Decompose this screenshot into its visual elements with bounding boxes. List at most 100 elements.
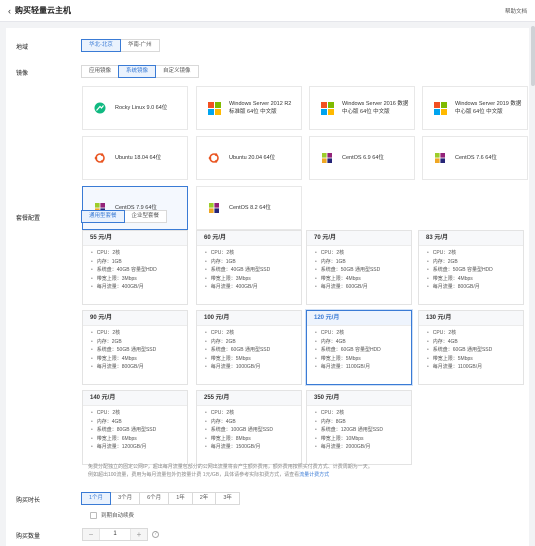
plan-spec-item: 带宽上限：10Mbps	[315, 435, 411, 444]
plan-card[interactable]: 100 元/月CPU：2核内存：2GB系统盘：60GB 通用型SSD带宽上限：5…	[196, 310, 302, 385]
plan-spec-item: CPU：2核	[427, 329, 523, 338]
plan-spec-item: 系统盘：60GB 通用型SSD	[205, 346, 301, 355]
image-name-line1: CentOS 6.9 64位	[342, 155, 384, 161]
image-card[interactable]: CentOS 6.9 64位	[309, 136, 415, 180]
plan-spec-item: 每月流量：1500GB/月	[205, 443, 301, 452]
image-card[interactable]: Windows Server 2012 R2 标准版 64位 中文版	[196, 86, 302, 130]
traffic-note-line1: 免费分配独立的固定公网IP，超出每月流量包部分的公网出流量将会产生额外费用，额外…	[88, 464, 373, 470]
plan-spec-item: 带宽上限：5Mbps	[205, 355, 301, 364]
plan-spec-list: CPU：2核内存：4GB系统盘：80GB 通用型SSD带宽上限：6Mbps每月流…	[83, 406, 187, 452]
image-name-line1: Windows Server 2012 R2	[229, 101, 292, 107]
plan-spec-item: CPU：2核	[205, 329, 301, 338]
plan-spec-item: 系统盘：40GB 通用型SSD	[205, 266, 301, 275]
plan-price: 130 元/月	[419, 311, 523, 326]
plan-card[interactable]: 55 元/月CPU：2核内存：1GB系统盘：40GB 容量型HDD带宽上限：3M…	[82, 230, 188, 305]
plan-spec-list: CPU：2核内存：4GB系统盘：100GB 通用型SSD带宽上限：8Mbps每月…	[197, 406, 301, 452]
plan-label: 套餐配置	[16, 216, 41, 222]
image-card[interactable]: Rocky Linux 9.0 64位	[82, 86, 188, 130]
region-option-guangzhou[interactable]: 华南-广州	[119, 39, 160, 52]
auto-renew-checkbox[interactable]: 到期自动续费	[90, 511, 134, 519]
checkbox-box[interactable]	[90, 511, 97, 519]
plan-spec-item: 带宽上限：3Mbps	[205, 275, 301, 284]
plan-card[interactable]: 120 元/月CPU：2核内存：4GB系统盘：60GB 容量型HDD带宽上限：5…	[306, 310, 412, 385]
ubuntu-icon	[93, 151, 107, 165]
plan-spec-item: 带宽上限：5Mbps	[315, 355, 411, 364]
image-card[interactable]: CentOS 7.9 64位	[82, 186, 188, 230]
page-title: 购买轻量云主机	[15, 6, 71, 15]
plan-card[interactable]: 350 元/月CPU：2核内存：8GB系统盘：120GB 通用型SSD带宽上限：…	[306, 390, 412, 465]
quantity-increment-button[interactable]: +	[131, 529, 147, 540]
plan-price: 83 元/月	[419, 231, 523, 246]
plan-card[interactable]: 130 元/月CPU：2核内存：4GB系统盘：60GB 通用型SSD带宽上限：5…	[418, 310, 524, 385]
plan-spec-item: 系统盘：50GB 通用型SSD	[315, 266, 411, 275]
plan-card[interactable]: 83 元/月CPU：2核内存：2GB系统盘：50GB 容量型HDD带宽上限：4M…	[418, 230, 524, 305]
purchase-form: 地域 华北-北京 华南-广州 镜像 应用镜像 系统镜像 自定义镜像 Rocky …	[6, 28, 529, 546]
image-card[interactable]: Ubuntu 20.04 64位	[196, 136, 302, 180]
plan-card[interactable]: 90 元/月CPU：2核内存：2GB系统盘：50GB 通用型SSD带宽上限：4M…	[82, 310, 188, 385]
traffic-note: 免费分配独立的固定公网IP，超出每月流量包部分的公网出流量将会产生额外费用，额外…	[88, 464, 528, 479]
plan-spec-item: CPU：2核	[205, 249, 301, 258]
image-label: 镜像	[16, 71, 29, 77]
tab-system-image[interactable]: 系统镜像	[118, 65, 157, 78]
plan-price: 350 元/月	[307, 391, 411, 406]
duration-option-3-years[interactable]: 3年	[215, 492, 240, 505]
plan-card[interactable]: 140 元/月CPU：2核内存：4GB系统盘：80GB 通用型SSD带宽上限：6…	[82, 390, 188, 465]
tab-custom-image[interactable]: 自定义镜像	[155, 65, 199, 78]
quantity-stepper[interactable]: − 1 +	[82, 528, 148, 541]
scrollbar[interactable]	[531, 22, 535, 546]
plan-spec-item: CPU：2核	[91, 249, 187, 258]
duration-option-2-years[interactable]: 2年	[191, 492, 217, 505]
plan-spec-item: CPU：2核	[315, 409, 411, 418]
image-card[interactable]: Windows Server 2019 数据 中心版 64位 中文版	[422, 86, 528, 130]
duration-option-3-months[interactable]: 3个月	[110, 492, 141, 505]
tab-enterprise-plan[interactable]: 企业型套餐	[123, 210, 168, 223]
image-name-line1: Rocky Linux 9.0 64位	[115, 105, 168, 111]
plan-card[interactable]: 255 元/月CPU：2核内存：4GB系统盘：100GB 通用型SSD带宽上限：…	[196, 390, 302, 465]
plan-spec-list: CPU：2核内存：8GB系统盘：120GB 通用型SSD带宽上限：10Mbps每…	[307, 406, 411, 452]
plan-spec-item: 带宽上限：5Mbps	[427, 355, 523, 364]
rocky-linux-icon	[93, 101, 107, 115]
plan-spec-item: 带宽上限：4Mbps	[91, 355, 187, 364]
plan-spec-item: 每月流量：400GB/月	[91, 283, 187, 292]
image-name: Rocky Linux 9.0 64位	[115, 104, 167, 112]
image-name: Windows Server 2016 数据 中心版 64位 中文版	[342, 100, 408, 116]
duration-option-6-months[interactable]: 6个月	[139, 492, 170, 505]
plan-price: 100 元/月	[197, 311, 301, 326]
windows-icon	[320, 101, 334, 115]
traffic-billing-link[interactable]: 流量计费方式	[299, 472, 329, 478]
plan-spec-item: 内存：4GB	[205, 418, 301, 427]
plan-spec-item: 内存：2GB	[91, 338, 187, 347]
plan-spec-item: 每月流量：600GB/月	[315, 283, 411, 292]
plan-card[interactable]: 60 元/月CPU：2核内存：1GB系统盘：40GB 通用型SSD带宽上限：3M…	[196, 230, 302, 305]
plan-spec-item: 系统盘：40GB 容量型HDD	[91, 266, 187, 275]
windows-icon	[433, 101, 447, 115]
ubuntu-icon	[207, 151, 221, 165]
duration-option-1-year[interactable]: 1年	[168, 492, 193, 505]
traffic-note-line2: 例如超出100流量，费用为每月流量包外仍按量计费 1元/GB，具体请参考实际扣费…	[88, 471, 300, 478]
question-icon[interactable]: ?	[152, 531, 159, 538]
image-name: Windows Server 2019 数据 中心版 64位 中文版	[455, 100, 521, 116]
plan-spec-list: CPU：2核内存：2GB系统盘：50GB 通用型SSD带宽上限：4Mbps每月流…	[83, 326, 187, 372]
tab-app-image[interactable]: 应用镜像	[81, 65, 120, 78]
plan-spec-item: 带宽上限：3Mbps	[91, 275, 187, 284]
scrollbar-thumb[interactable]	[531, 26, 535, 86]
plan-spec-item: CPU：2核	[205, 409, 301, 418]
image-name: CentOS 7.6 64位	[455, 154, 497, 162]
help-docs-link[interactable]: 帮助文档	[505, 7, 527, 15]
plan-spec-item: CPU：2核	[315, 249, 411, 258]
duration-option-1-month[interactable]: 1个月	[81, 492, 112, 505]
image-name-line1: Ubuntu 18.04 64位	[115, 155, 162, 161]
plan-spec-item: 系统盘：100GB 通用型SSD	[205, 426, 301, 435]
image-card[interactable]: Ubuntu 18.04 64位	[82, 136, 188, 180]
quantity-decrement-button[interactable]: −	[83, 529, 99, 540]
quantity-input[interactable]: 1	[99, 529, 131, 540]
region-option-beijing[interactable]: 华北-北京	[81, 39, 121, 52]
chevron-left-icon[interactable]: ‹	[8, 6, 11, 16]
tab-general-plan[interactable]: 通用型套餐	[81, 210, 125, 223]
image-card[interactable]: CentOS 8.2 64位	[196, 186, 302, 230]
image-card[interactable]: CentOS 7.6 64位	[422, 136, 528, 180]
plan-card[interactable]: 70 元/月CPU：2核内存：1GB系统盘：50GB 通用型SSD带宽上限：4M…	[306, 230, 412, 305]
image-name-line1: Windows Server 2016 数据	[342, 101, 409, 107]
image-card[interactable]: Windows Server 2016 数据 中心版 64位 中文版	[309, 86, 415, 130]
plan-price: 70 元/月	[307, 231, 411, 246]
